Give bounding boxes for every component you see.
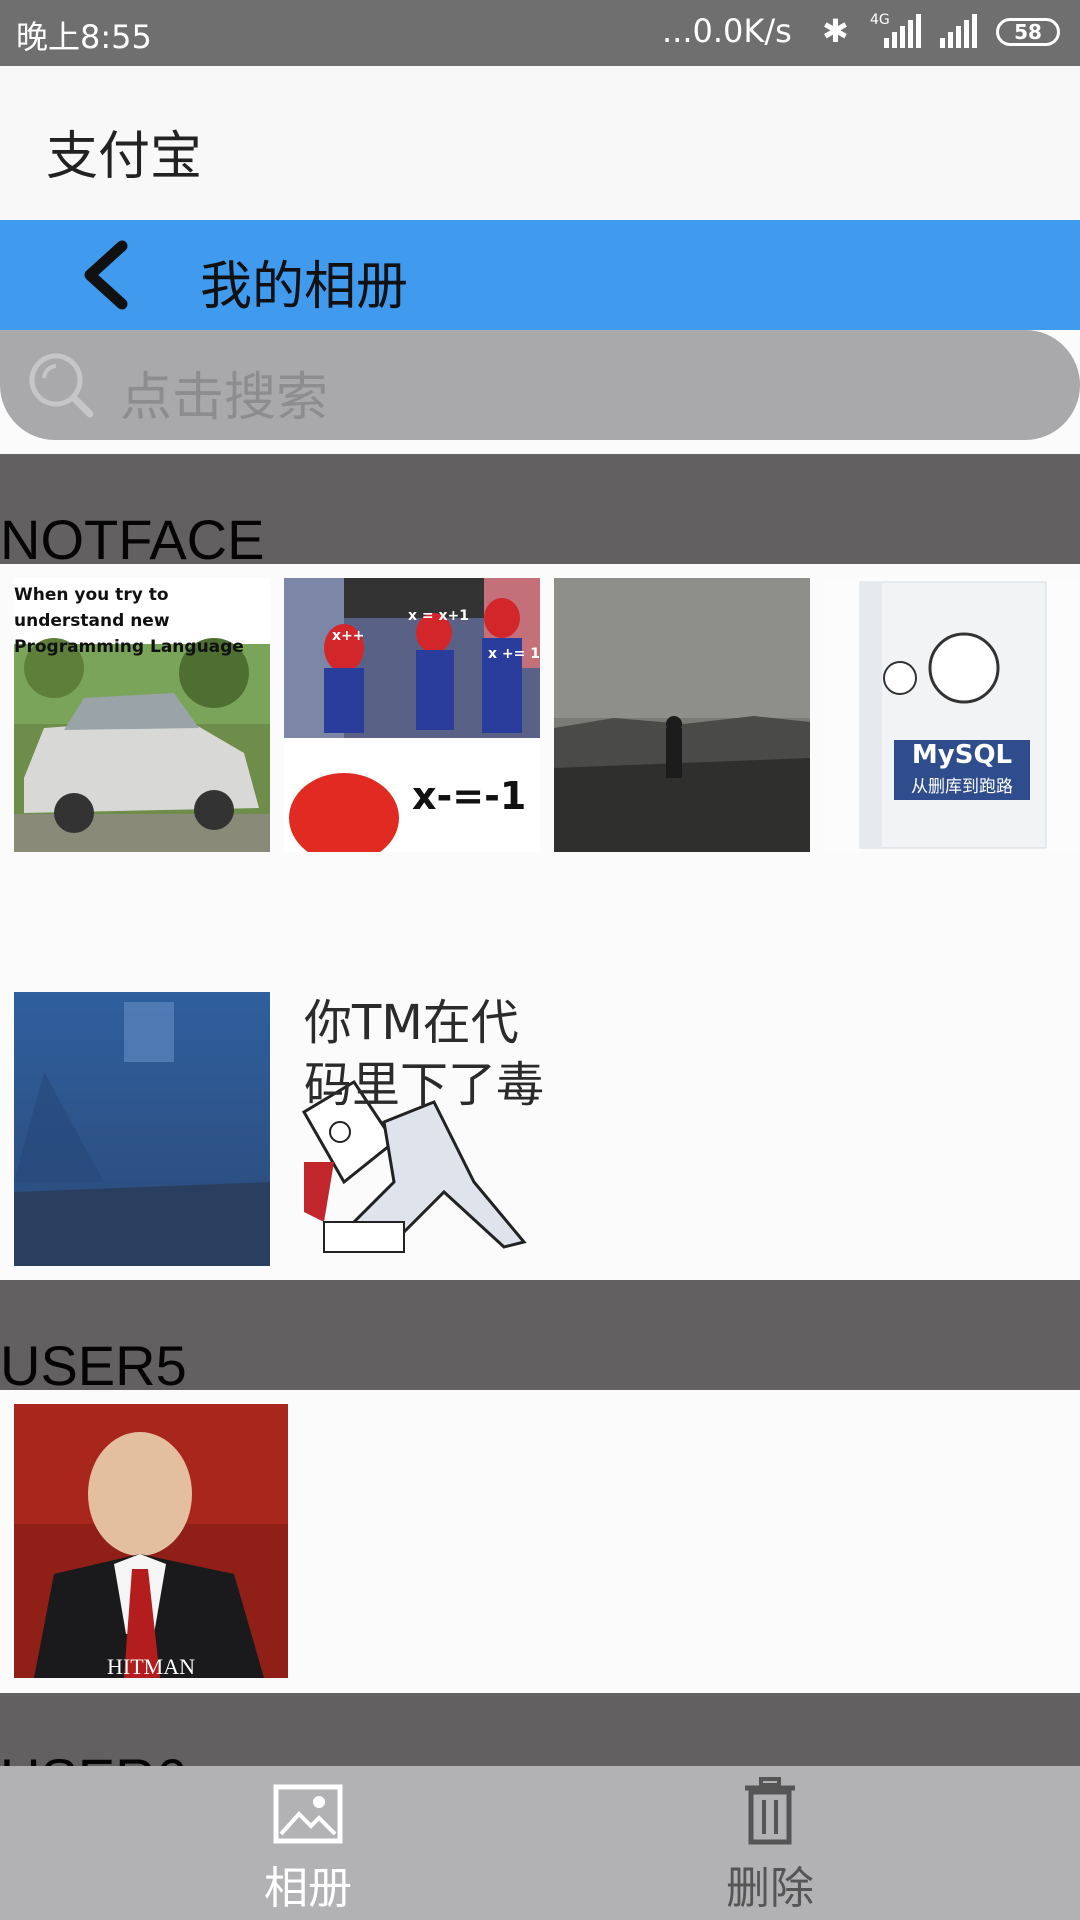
page-title: 我的相册 [200,257,409,317]
signal-icon [884,14,924,48]
tab-delete[interactable]: 删除 [650,1766,890,1920]
photo-thumbnail[interactable]: 你TM在代码里下了毒 [284,992,560,1266]
bottom-navigation: 相册 删除 [0,1766,1080,1920]
book-subtitle: 从删库到跑路 [911,777,1013,797]
photo-thumbnail[interactable]: HITMAN [14,1404,288,1678]
bluetooth-icon: ✱ [822,12,849,50]
photo-image [14,1404,288,1678]
back-button[interactable] [78,240,138,310]
status-bar: 晚上8:55 ...0.0K/s ✱ 4G 58 [0,0,1080,66]
search-icon [29,353,94,418]
photo-caption: x-=-1 [412,774,527,818]
app-title-bar: 支付宝 [0,66,1080,220]
section-header-notface: NOTFACE [0,454,1080,564]
chevron-left-icon [84,240,128,310]
status-time: 晚上8:55 [16,18,152,56]
photo-caption: x = x+1 [408,608,470,624]
image-icon [273,1784,343,1844]
tab-album-label: 相册 [264,1863,352,1914]
tab-delete-label: 删除 [726,1863,814,1914]
photo-thumbnail[interactable]: When you try to understand new Programmi… [14,578,270,852]
network-speed: ...0.0K/s [662,12,792,50]
section-title: NOTFACE [0,508,265,565]
app-title: 支付宝 [46,127,203,187]
photo-caption: HITMAN [107,1654,195,1678]
photo-image [14,992,270,1266]
section-header-user5: USER5 [0,1280,1080,1390]
photo-thumbnail[interactable]: x++ x = x+1 x += 1 x-=-1 [284,578,540,852]
search-input[interactable]: 点击搜索 [0,330,1080,440]
photo-caption: 你TM在代码里下了毒 [304,995,545,1113]
photo-caption: x++ [332,628,365,644]
photo-caption: When you try to understand new Programmi… [14,585,244,657]
photo-caption: x += 1 [488,646,540,662]
signal-icon-2 [940,14,980,48]
photo-thumbnail[interactable] [554,578,810,852]
photo-image [824,578,1080,852]
book-title: MySQL [911,740,1013,770]
photo-thumbnail[interactable]: MySQL 从删库到跑路 [824,578,1080,852]
battery-icon: 58 [996,18,1060,46]
tab-album[interactable]: 相册 [188,1766,428,1920]
search-placeholder: 点击搜索 [120,368,329,428]
album-header: 我的相册 [0,220,1080,330]
photo-thumbnail[interactable] [14,992,270,1266]
photo-image [554,578,810,852]
section-title: USER5 [0,1334,187,1391]
trash-icon [745,1777,795,1845]
